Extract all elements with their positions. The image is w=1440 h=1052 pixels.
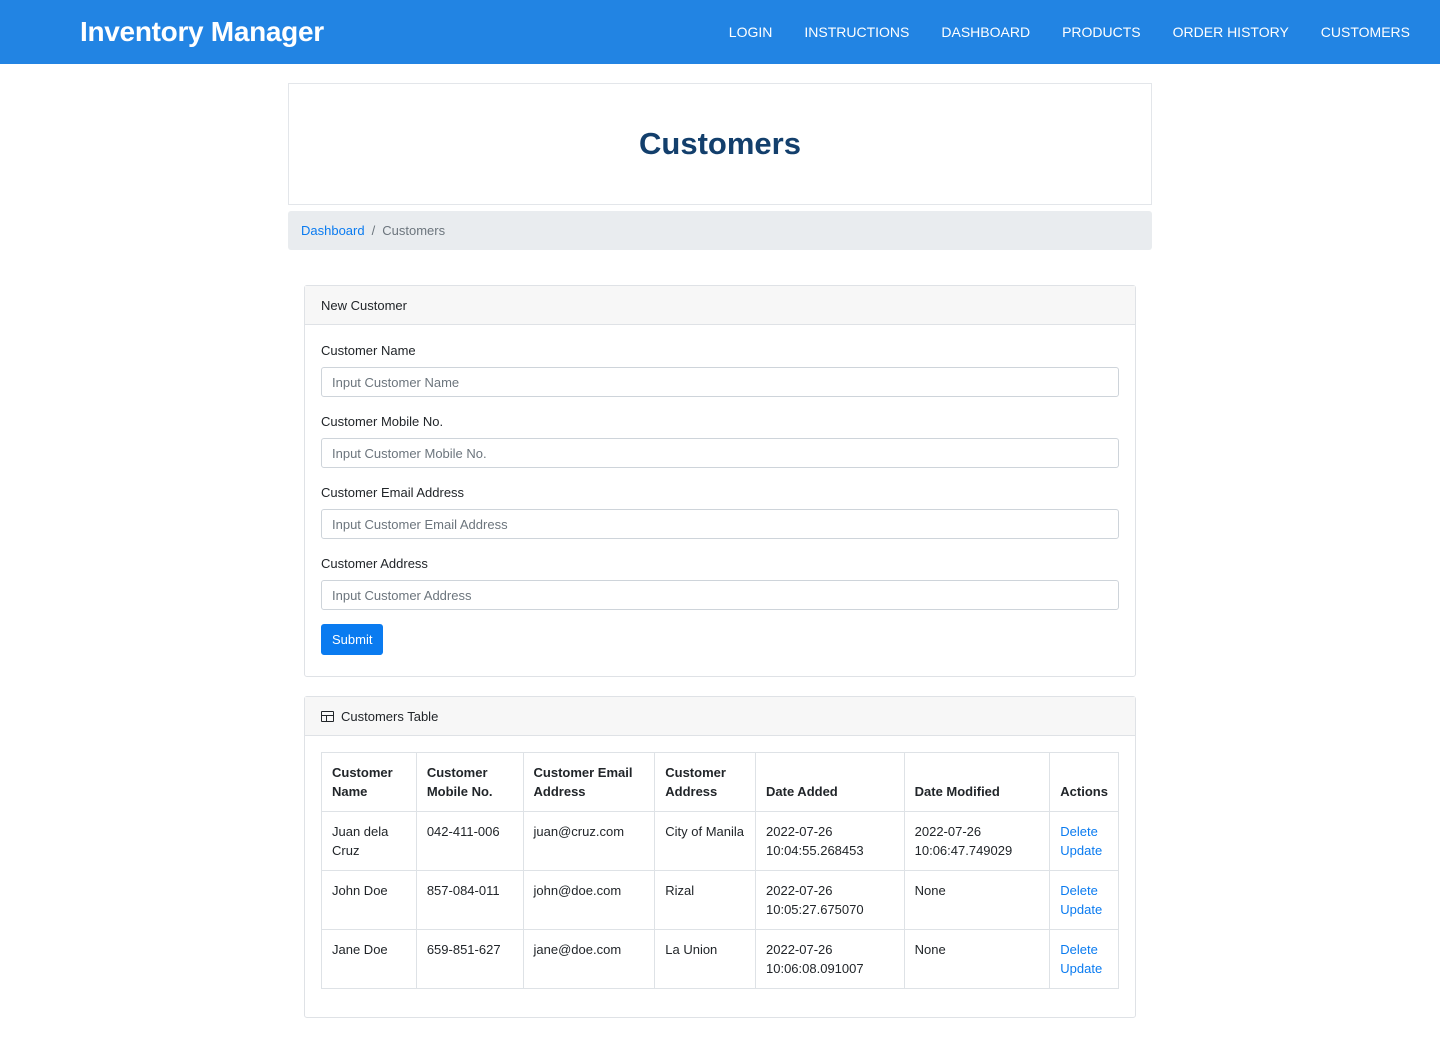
customer-address-input[interactable] — [321, 580, 1119, 610]
delete-link[interactable]: Delete — [1060, 822, 1108, 841]
customers-table-header: Customers Table — [305, 697, 1135, 736]
col-customer-email: Customer Email Address — [522, 752, 656, 812]
col-customer-name: Customer Name — [321, 752, 417, 812]
new-customer-header: New Customer — [305, 286, 1135, 325]
col-customer-mobile: Customer Mobile No. — [415, 752, 524, 812]
breadcrumb: Dashboard / Customers — [288, 211, 1152, 250]
brand-title[interactable]: Inventory Manager — [80, 16, 324, 48]
new-customer-card: New Customer Customer Name Customer Mobi… — [304, 285, 1136, 677]
col-customer-address: Customer Address — [654, 752, 756, 812]
new-customer-form: Customer Name Customer Mobile No. Custom… — [305, 325, 1135, 671]
cell-date-added: 2022-07-26 10:05:27.675070 — [755, 870, 905, 930]
breadcrumb-dashboard-link[interactable]: Dashboard — [301, 223, 365, 238]
update-link[interactable]: Update — [1060, 959, 1108, 978]
customer-email-label: Customer Email Address — [321, 485, 465, 500]
cell-actions: Delete Update — [1049, 811, 1119, 871]
customers-table-title: Customers Table — [341, 708, 439, 724]
cell-actions: Delete Update — [1049, 929, 1119, 989]
col-date-added: Date Added — [755, 752, 905, 812]
cell-email: juan@cruz.com — [522, 811, 656, 871]
table-icon — [321, 710, 334, 722]
cell-address: La Union — [654, 929, 756, 989]
cell-email: jane@doe.com — [522, 929, 656, 989]
nav-link-instructions[interactable]: INSTRUCTIONS — [804, 24, 909, 40]
customer-mobile-label: Customer Mobile No. — [321, 414, 444, 429]
cell-date-modified: None — [903, 870, 1051, 930]
customer-mobile-input[interactable] — [321, 438, 1119, 468]
nav-links: LOGIN INSTRUCTIONS DASHBOARD PRODUCTS OR… — [729, 24, 1410, 40]
col-actions: Actions — [1049, 752, 1119, 812]
cell-actions: Delete Update — [1049, 870, 1119, 930]
cell-date-added: 2022-07-26 10:04:55.268453 — [755, 811, 905, 871]
cell-name: Jane Doe — [321, 929, 417, 989]
delete-link[interactable]: Delete — [1060, 940, 1108, 959]
customer-name-input[interactable] — [321, 367, 1119, 397]
customers-table: Customer Name Customer Mobile No. Custom… — [321, 752, 1119, 989]
nav-link-login[interactable]: LOGIN — [729, 24, 773, 40]
nav-link-customers[interactable]: CUSTOMERS — [1321, 24, 1410, 40]
cell-name: Juan dela Cruz — [321, 811, 417, 871]
cell-address: City of Manila — [654, 811, 756, 871]
cell-mobile: 042-411-006 — [415, 811, 524, 871]
breadcrumb-separator: / — [371, 223, 376, 238]
cell-email: john@doe.com — [522, 870, 656, 930]
cell-mobile: 857-084-011 — [415, 870, 524, 930]
table-header-row: Customer Name Customer Mobile No. Custom… — [321, 752, 1119, 812]
col-date-modified: Date Modified — [903, 752, 1051, 812]
delete-link[interactable]: Delete — [1060, 881, 1108, 900]
customer-name-label: Customer Name — [321, 343, 416, 358]
table-row: John Doe 857-084-011 john@doe.com Rizal … — [321, 870, 1119, 930]
breadcrumb-current: Customers — [382, 223, 446, 238]
customer-email-input[interactable] — [321, 509, 1119, 539]
customer-address-label: Customer Address — [321, 556, 428, 571]
cell-address: Rizal — [654, 870, 756, 930]
nav-link-dashboard[interactable]: DASHBOARD — [941, 24, 1030, 40]
update-link[interactable]: Update — [1060, 841, 1108, 860]
cell-date-modified: 2022-07-26 10:06:47.749029 — [903, 811, 1051, 871]
customers-table-card: Customers Table Customer Name Customer M… — [304, 696, 1136, 1018]
table-row: Juan dela Cruz 042-411-006 juan@cruz.com… — [321, 811, 1119, 871]
customers-table-body: Customer Name Customer Mobile No. Custom… — [305, 736, 1135, 1005]
nav-link-order-history[interactable]: ORDER HISTORY — [1173, 24, 1289, 40]
page-title: Customers — [639, 126, 801, 161]
cell-name: John Doe — [321, 870, 417, 930]
cell-date-modified: None — [903, 929, 1051, 989]
cell-mobile: 659-851-627 — [415, 929, 524, 989]
table-row: Jane Doe 659-851-627 jane@doe.com La Uni… — [321, 929, 1119, 989]
navbar: Inventory Manager LOGIN INSTRUCTIONS DAS… — [0, 0, 1440, 64]
submit-button[interactable]: Submit — [321, 624, 384, 655]
nav-link-products[interactable]: PRODUCTS — [1062, 24, 1141, 40]
page-header: Customers — [288, 83, 1152, 205]
cell-date-added: 2022-07-26 10:06:08.091007 — [755, 929, 905, 989]
update-link[interactable]: Update — [1060, 900, 1108, 919]
